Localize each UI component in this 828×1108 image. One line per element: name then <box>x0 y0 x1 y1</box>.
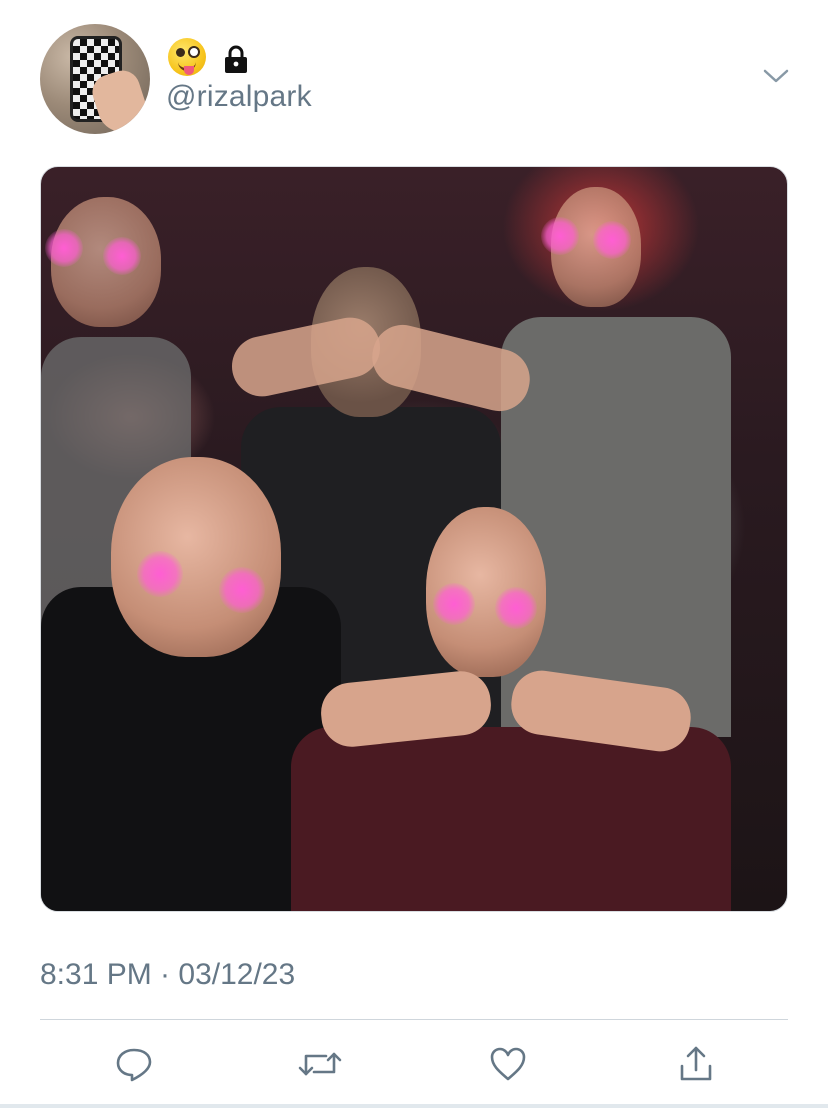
retweet-button[interactable] <box>298 1042 342 1086</box>
avatar[interactable] <box>40 24 150 134</box>
user-handle[interactable]: @rizalpark <box>166 80 312 114</box>
share-icon <box>680 1046 712 1081</box>
bottom-divider <box>0 1104 828 1108</box>
like-button[interactable] <box>486 1042 530 1086</box>
share-button[interactable] <box>674 1042 718 1086</box>
photo-figure <box>291 727 731 911</box>
like-icon <box>490 1047 526 1081</box>
zany-face-icon <box>168 38 206 76</box>
divider <box>40 1019 788 1020</box>
reply-button[interactable] <box>112 1042 156 1086</box>
lock-icon <box>225 45 247 73</box>
tweet-photo[interactable] <box>40 166 788 912</box>
reply-icon <box>116 1048 152 1082</box>
tweet-timestamp[interactable]: 8:31 PM · 03/12/23 <box>40 958 295 992</box>
photo-face <box>111 457 281 657</box>
chevron-down-icon[interactable] <box>762 66 790 86</box>
retweet-icon <box>298 1052 342 1076</box>
